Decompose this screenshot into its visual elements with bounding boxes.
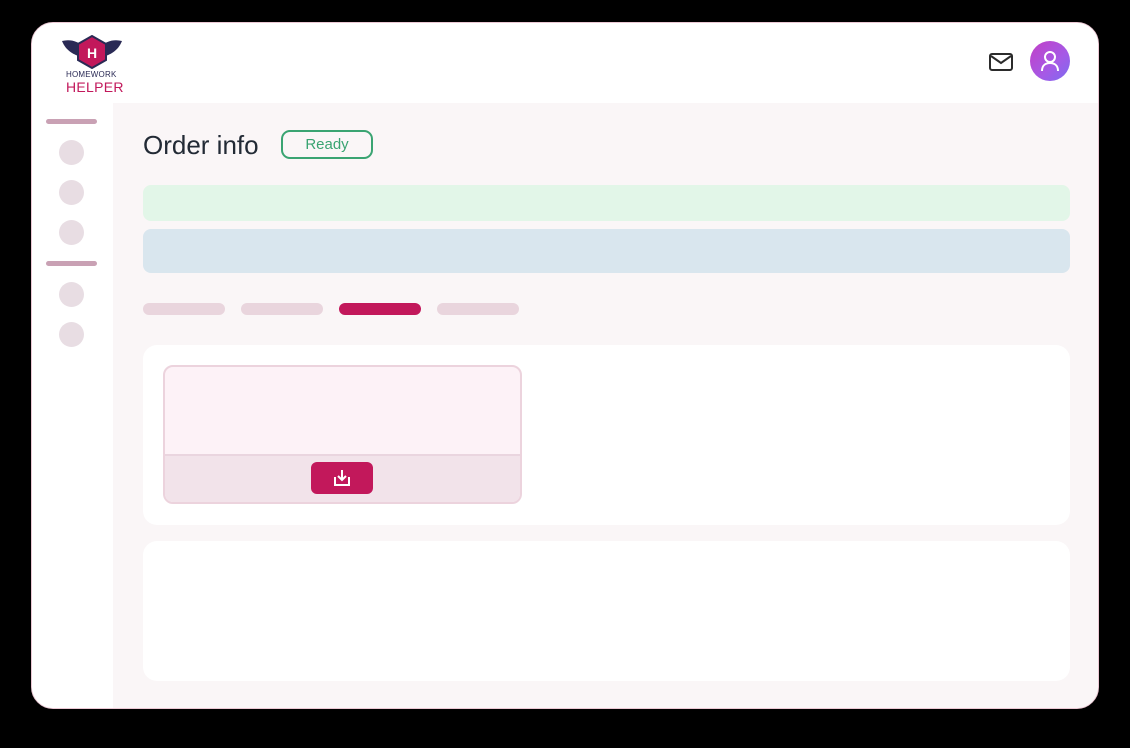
mail-icon [989, 53, 1013, 71]
sidebar-divider [46, 119, 97, 124]
logo-emblem: H [62, 35, 122, 69]
tab-3-active[interactable] [339, 303, 421, 315]
top-bar: H HOMEWORK HELPER [32, 23, 1098, 103]
user-avatar[interactable] [1030, 41, 1070, 81]
info-banner-blue [143, 229, 1070, 273]
status-badge: Ready [281, 130, 373, 159]
user-icon [1041, 51, 1059, 72]
tab-1[interactable] [143, 303, 225, 315]
logo-letter: H [87, 45, 97, 61]
mail-button[interactable] [988, 51, 1014, 73]
details-card [143, 541, 1070, 681]
main-content: Order info Ready [113, 103, 1098, 708]
logo-text-top: HOMEWORK [66, 70, 117, 79]
file-item[interactable] [163, 365, 522, 504]
tab-4[interactable] [437, 303, 519, 315]
sidebar-item-4[interactable] [59, 282, 84, 307]
sidebar-item-5[interactable] [59, 322, 84, 347]
app-window: H HOMEWORK HELPER Order info Ready [31, 22, 1099, 709]
sidebar [32, 103, 113, 708]
file-item-footer [165, 454, 520, 502]
page-title: Order info [143, 130, 259, 160]
sidebar-divider [46, 261, 97, 266]
sidebar-item-3[interactable] [59, 220, 84, 245]
info-banner-green [143, 185, 1070, 221]
download-button[interactable] [311, 462, 373, 494]
logo-text-bottom: HELPER [66, 79, 124, 95]
files-card [143, 345, 1070, 525]
tab-2[interactable] [241, 303, 323, 315]
sidebar-item-2[interactable] [59, 180, 84, 205]
logo[interactable]: H HOMEWORK HELPER [58, 35, 124, 97]
sidebar-item-1[interactable] [59, 140, 84, 165]
download-icon [334, 470, 350, 486]
